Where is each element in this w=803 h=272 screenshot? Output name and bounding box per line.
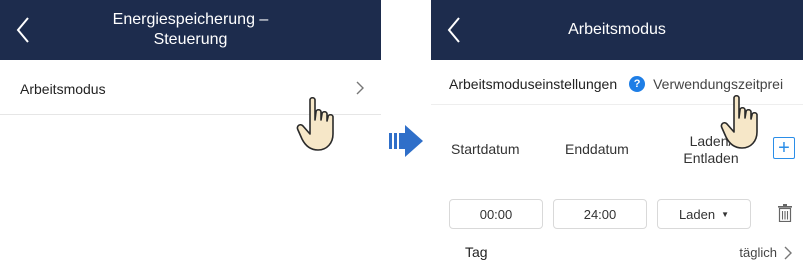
- right-screen: Arbeitsmodus Arbeitsmoduseinstellungen ?…: [431, 0, 803, 272]
- chevron-right-icon: [356, 81, 364, 95]
- help-icon[interactable]: ?: [629, 76, 646, 92]
- column-header-start: Startdatum: [451, 141, 520, 157]
- menu-item-label: Arbeitsmodus: [20, 81, 106, 97]
- page-title: Energiespeicherung – Steuerung: [40, 0, 341, 60]
- working-mode-settings-row[interactable]: Arbeitsmoduseinstellungen ? Verwendungsz…: [431, 64, 803, 105]
- title-line-2: Steuerung: [153, 31, 228, 48]
- left-screen: Energiespeicherung – Steuerung Arbeitsmo…: [0, 0, 381, 272]
- transition-arrow: [389, 124, 425, 158]
- end-time-field[interactable]: 24:00: [553, 199, 647, 229]
- column-header-charge-discharge: Laden/ Entladen: [681, 133, 741, 167]
- arrow-right-icon: [389, 125, 423, 157]
- title-bar: Energiespeicherung – Steuerung: [0, 0, 381, 60]
- chevron-right-icon: [784, 246, 792, 260]
- back-button[interactable]: [441, 14, 469, 46]
- settings-label: Arbeitsmoduseinstellungen: [449, 76, 618, 92]
- column-header-line-2: Entladen: [683, 150, 739, 166]
- title-line-1: Energiespeicherung –: [112, 11, 269, 28]
- column-header-end: Enddatum: [565, 141, 629, 157]
- page-title: Arbeitsmodus: [568, 21, 666, 38]
- day-label: Tag: [465, 244, 488, 260]
- day-row[interactable]: Tag täglich: [431, 237, 803, 267]
- trash-icon[interactable]: [778, 204, 792, 222]
- start-time-field[interactable]: 00:00: [449, 199, 543, 229]
- menu-item-arbeitsmodus[interactable]: Arbeitsmodus: [0, 64, 381, 115]
- title-bar: Arbeitsmodus: [431, 0, 803, 60]
- add-button[interactable]: +: [773, 137, 795, 159]
- charge-mode-value: Laden: [678, 206, 716, 222]
- chevron-left-icon: [16, 17, 29, 43]
- back-button[interactable]: [10, 14, 38, 46]
- chevron-left-icon: [447, 17, 460, 43]
- mode-value[interactable]: Verwendungszeitprei: [653, 76, 783, 92]
- day-value: täglich: [739, 244, 777, 260]
- charge-mode-select[interactable]: Laden ▼: [657, 199, 751, 229]
- dropdown-caret-icon: ▼: [721, 209, 730, 219]
- column-header-line-1: Laden/: [689, 133, 733, 149]
